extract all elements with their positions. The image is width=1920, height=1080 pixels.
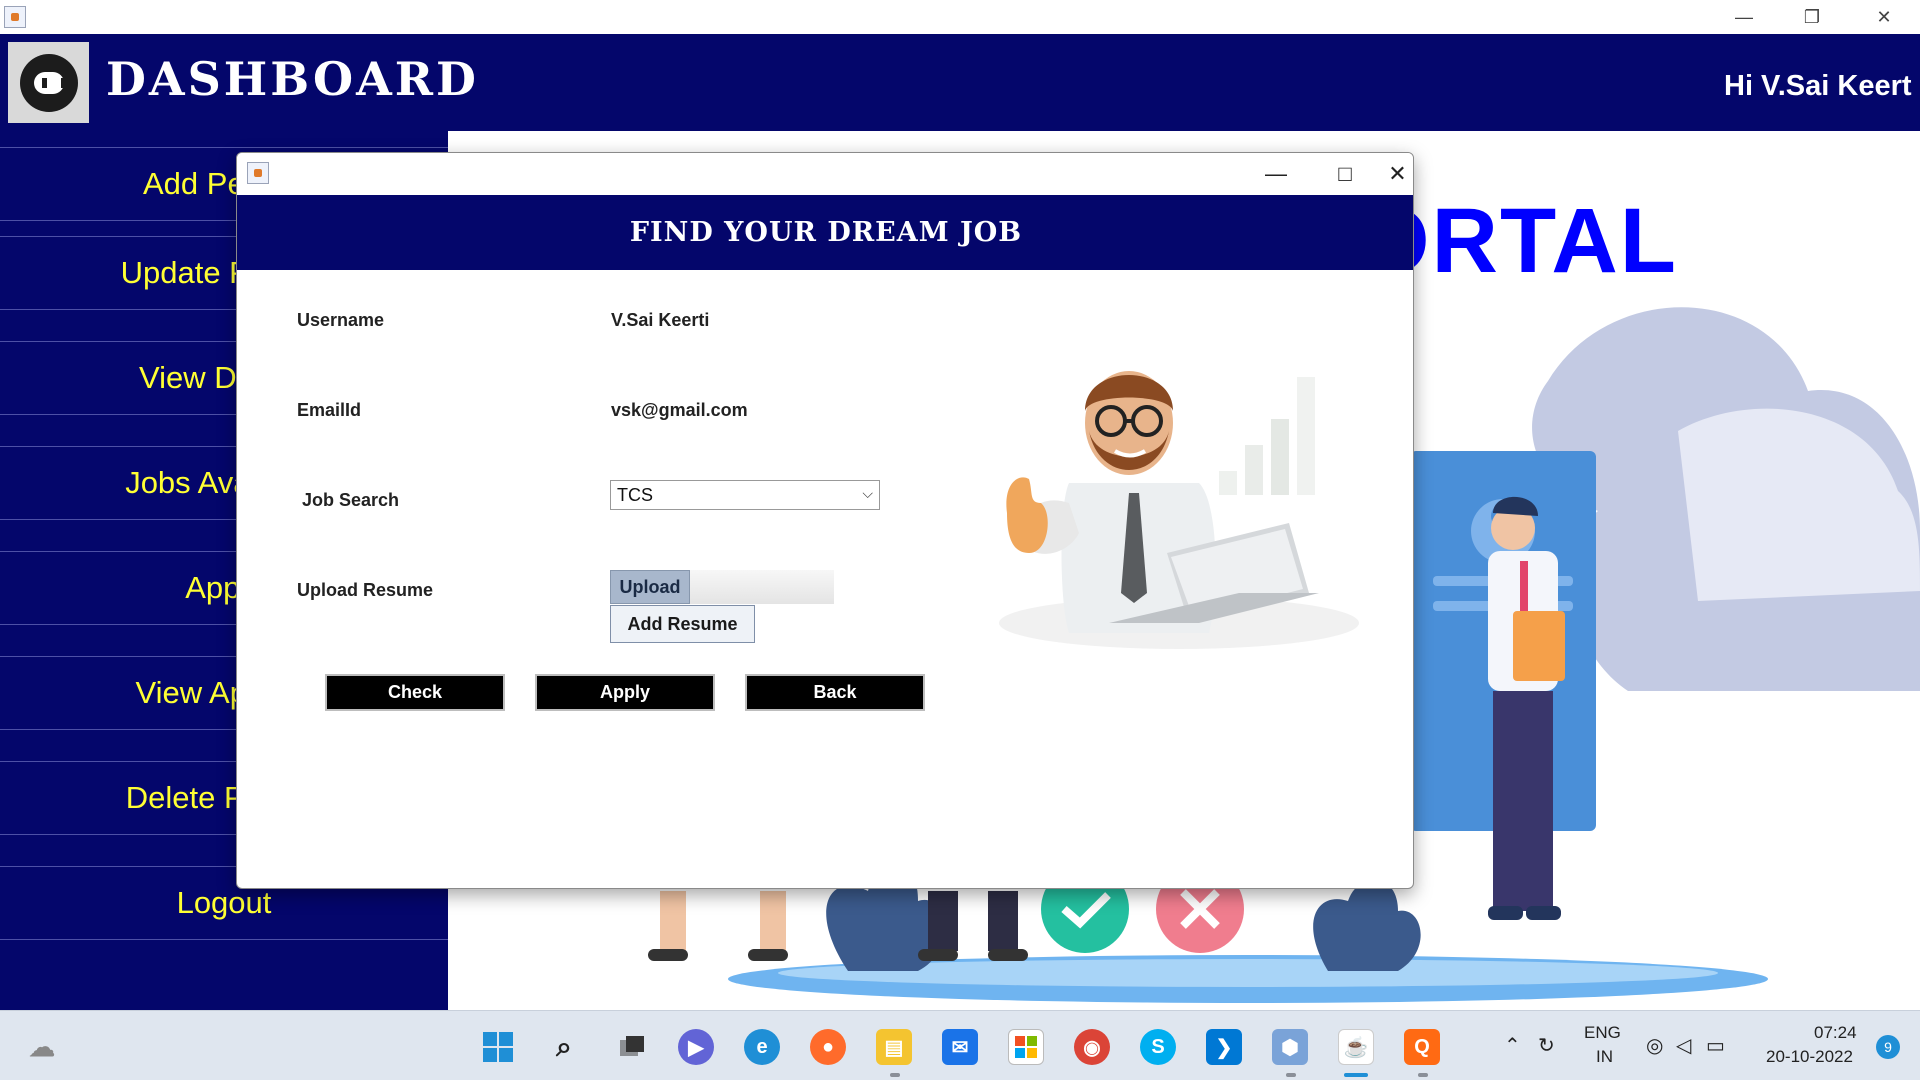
username-value: V.Sai Keerti	[611, 310, 710, 330]
search-icon[interactable]: ⌕	[546, 1029, 582, 1065]
outer-window-titlebar: — ❐ ✕	[0, 0, 1920, 34]
java-icon[interactable]: ☕	[1338, 1029, 1374, 1065]
dialog-maximize-button[interactable]: □	[1312, 153, 1378, 195]
mail-icon[interactable]: ✉	[942, 1029, 978, 1065]
vscode-icon[interactable]: ❯	[1206, 1029, 1242, 1065]
outer-restore-button[interactable]: ❐	[1784, 0, 1840, 34]
job-search-selected-value: TCS	[617, 484, 653, 505]
dialog-titlebar: — □ ✕	[237, 153, 1413, 195]
sync-icon[interactable]: ↻	[1538, 1033, 1555, 1058]
java-active-indicator	[1344, 1073, 1368, 1077]
q-running-indicator	[1418, 1073, 1428, 1077]
username-label: Username	[297, 310, 385, 330]
find-job-dialog: — □ ✕ FIND YOUR DREAM JOB Username V.Sai…	[236, 152, 1414, 889]
java-app-icon	[4, 6, 26, 28]
upload-resume-label: Upload Resume	[297, 580, 434, 600]
user-greeting: Hi V.Sai Keert	[1724, 70, 1912, 102]
outer-close-button[interactable]: ✕	[1856, 0, 1912, 34]
notification-badge[interactable]: 9	[1876, 1035, 1900, 1059]
add-resume-button[interactable]: Add Resume	[610, 605, 755, 643]
volume-icon[interactable]: ◁	[1676, 1033, 1691, 1058]
virtualbox-icon[interactable]: ⬢	[1272, 1029, 1308, 1065]
check-button[interactable]: Check	[325, 674, 505, 711]
network-globe-icon[interactable]: ◎	[1646, 1033, 1663, 1058]
java-app-icon	[247, 162, 269, 184]
edge-browser-icon[interactable]: e	[744, 1029, 780, 1065]
q-app-icon[interactable]: Q	[1404, 1029, 1440, 1065]
upload-button[interactable]: Upload	[610, 570, 690, 604]
system-tray: ⌃ ↻ ENG IN ◎ ◁ ▭ 07:24 20-10-2022 9	[1500, 1011, 1920, 1080]
apply-button[interactable]: Apply	[535, 674, 715, 711]
job-search-dropdown[interactable]: TCS ⌵	[610, 480, 880, 510]
email-label: EmailId	[297, 400, 362, 420]
logo	[8, 42, 89, 123]
clock-time[interactable]: 07:24	[1814, 1023, 1857, 1043]
chevron-down-icon: ⌵	[862, 485, 873, 501]
email-value: vsk@gmail.com	[611, 400, 748, 420]
firefox-icon[interactable]: ●	[810, 1029, 846, 1065]
page-title: DASHBOARD	[106, 52, 479, 106]
weather-icon[interactable]: ☁	[24, 1029, 60, 1065]
language-indicator-line2[interactable]: IN	[1596, 1047, 1613, 1067]
chevron-up-icon[interactable]: ⌃	[1504, 1033, 1521, 1058]
windows-start-icon[interactable]	[480, 1029, 516, 1065]
logo-icon	[19, 53, 78, 112]
cube-running-indicator	[1286, 1073, 1296, 1077]
files-running-indicator	[890, 1073, 900, 1077]
dashboard-header: DASHBOARD Hi V.Sai Keert	[0, 34, 1920, 131]
clock-date[interactable]: 20-10-2022	[1766, 1047, 1853, 1067]
man-with-laptop-illustration	[999, 371, 1359, 649]
task-view-glyph-icon	[620, 1036, 644, 1056]
teams-chat-icon[interactable]: ▶	[678, 1029, 714, 1065]
upload-field: Upload	[610, 570, 834, 604]
back-button[interactable]: Back	[745, 674, 925, 711]
windows-logo-icon	[483, 1032, 513, 1062]
dialog-banner-title: FIND YOUR DREAM JOB	[237, 195, 1413, 270]
job-search-label: Job Search	[302, 490, 400, 510]
dialog-minimize-button[interactable]: —	[1243, 153, 1309, 195]
file-explorer-icon[interactable]: ▤	[876, 1029, 912, 1065]
outer-minimize-button[interactable]: —	[1716, 0, 1772, 34]
taskbar: ☁ ⌕ ▶ e ● ▤ ✉ ◉ S ❯ ⬢ ☕ Q ⌃ ↻ ENG IN ◎ ◁…	[0, 1010, 1920, 1080]
task-view-icon[interactable]	[614, 1029, 650, 1065]
store-glyph-icon	[1015, 1036, 1037, 1058]
dialog-close-button[interactable]: ✕	[1380, 153, 1413, 195]
chrome-icon[interactable]: ◉	[1074, 1029, 1110, 1065]
microsoft-store-icon[interactable]	[1008, 1029, 1044, 1065]
language-indicator-line1[interactable]: ENG	[1584, 1023, 1621, 1043]
battery-icon[interactable]: ▭	[1706, 1033, 1725, 1058]
skype-icon[interactable]: S	[1140, 1029, 1176, 1065]
